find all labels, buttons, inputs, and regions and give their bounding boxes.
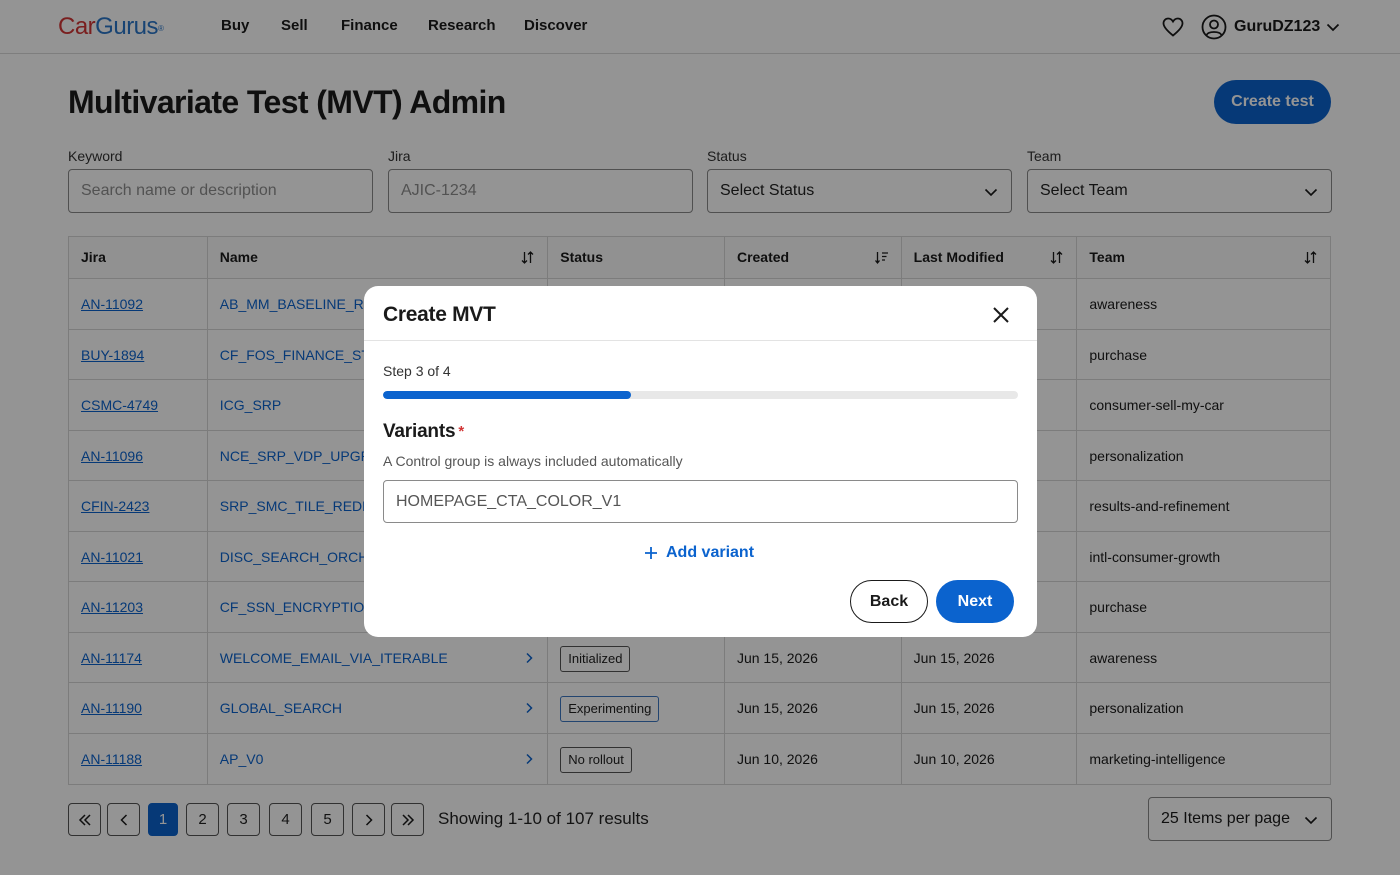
create-mvt-modal: Create MVT Step 3 of 4 Variants * A Contr… <box>364 286 1037 637</box>
variants-helper-text: A Control group is always included autom… <box>383 453 683 469</box>
progress-fill <box>383 391 631 399</box>
modal-divider <box>364 340 1037 341</box>
variant-name-input[interactable] <box>383 480 1018 523</box>
step-indicator: Step 3 of 4 <box>383 363 451 379</box>
progress-bar <box>383 391 1018 399</box>
close-icon[interactable] <box>988 302 1014 328</box>
back-button[interactable]: Back <box>850 580 928 623</box>
required-indicator: * <box>458 423 464 440</box>
modal-title: Create MVT <box>383 303 496 326</box>
add-variant-button[interactable]: Add variant <box>644 542 754 564</box>
next-button[interactable]: Next <box>936 580 1014 623</box>
add-variant-label: Add variant <box>666 544 755 561</box>
plus-icon <box>645 547 657 559</box>
variants-heading-label: Variants <box>383 421 456 442</box>
variants-heading: Variants * <box>383 420 464 444</box>
